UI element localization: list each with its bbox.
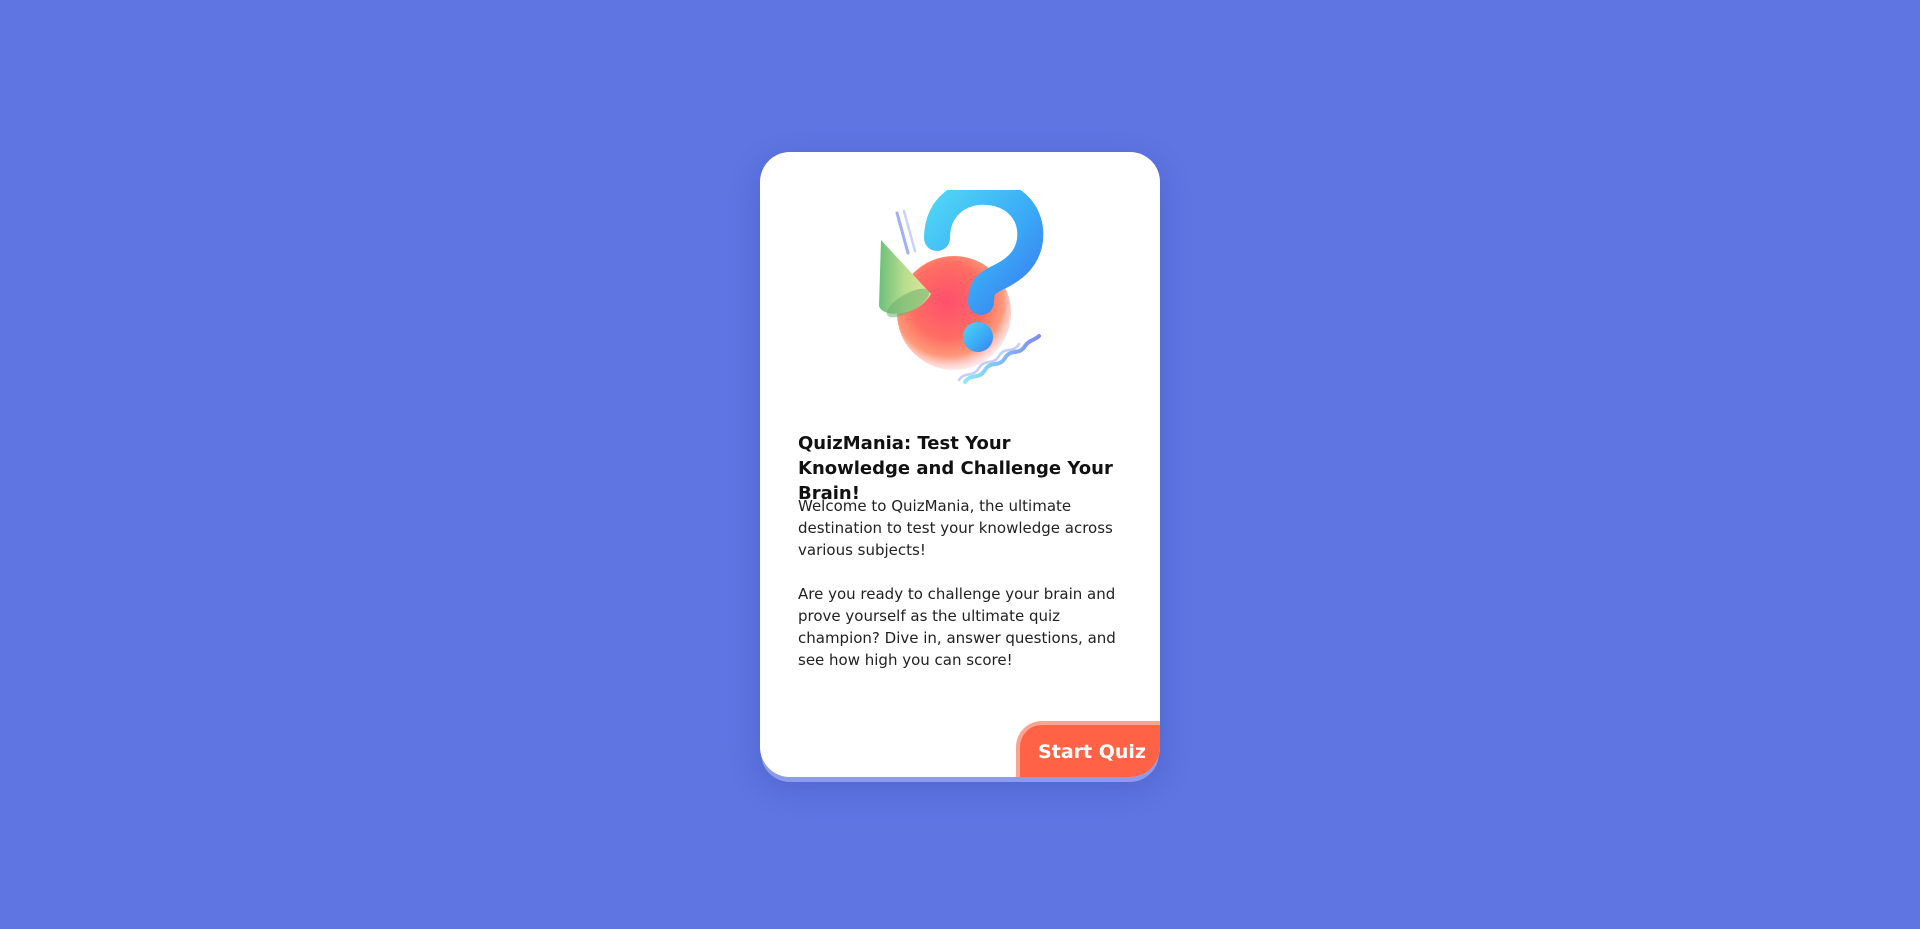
question-mark-illustration bbox=[875, 190, 1055, 390]
quiz-intro-card: QuizMania: Test Your Knowledge and Chall… bbox=[760, 152, 1160, 777]
quiz-description: Welcome to QuizMania, the ultimate desti… bbox=[798, 495, 1128, 671]
intro-paragraph: Welcome to QuizMania, the ultimate desti… bbox=[798, 497, 1113, 559]
challenge-paragraph: Are you ready to challenge your brain an… bbox=[798, 585, 1116, 669]
start-quiz-button[interactable]: Start Quiz bbox=[1016, 721, 1160, 777]
